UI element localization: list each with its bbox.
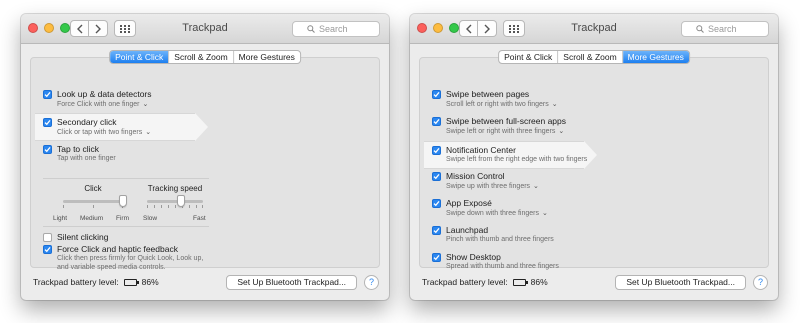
trackpad-window-point-click: Trackpad Look up & data detectors Force … [21,14,389,300]
chevron-down-icon[interactable]: ⌄ [552,101,558,108]
setting-title: Notification Center [446,145,516,155]
checkmark-icon [433,254,440,261]
slider-label: Click [84,184,102,193]
help-button[interactable]: ? [753,275,768,290]
checkmark-icon [433,200,440,207]
battery-value: 86% [530,277,548,287]
divider [43,178,209,179]
setting-subtitle: Tap with one finger [57,155,116,162]
setting-title: Swipe between full-screen apps [446,116,567,126]
setting-subtitle: Swipe up with three fingers [446,183,531,190]
setting-subtitle: Swipe left or right with three fingers [446,128,556,135]
setting-title: Show Desktop [446,252,501,262]
checkmark-icon [44,91,51,98]
checkbox[interactable] [43,145,52,154]
battery-icon [512,278,528,286]
checkmark-icon [433,227,440,234]
battery-label: Trackpad battery level: [33,277,119,287]
search-icon [307,25,315,33]
checkbox[interactable] [43,90,52,99]
setting-title: Look up & data detectors [57,89,152,99]
slider-label: Tracking speed [147,184,203,193]
checkbox[interactable] [43,118,52,127]
setting-subtitle: Pinch with thumb and three fingers [446,236,554,243]
help-button[interactable]: ? [364,275,379,290]
settings-panel: Swipe between pages Scroll left or right… [419,57,769,270]
setting-title: Force Click and haptic feedback [57,244,178,254]
chevron-down-icon[interactable]: ⌄ [142,101,148,108]
checkmark-icon [433,118,440,125]
tab-scroll-zoom[interactable]: Scroll & Zoom [557,51,621,63]
setting-subtitle: Spread with thumb and three fingers [446,263,559,270]
setup-bluetooth-trackpad-button[interactable]: Set Up Bluetooth Trackpad... [615,275,746,290]
checkmark-icon [44,246,51,253]
search-field[interactable] [292,21,380,37]
checkmark-icon [433,147,440,154]
search-field[interactable] [681,21,769,37]
divider [43,226,209,227]
battery-label: Trackpad battery level: [422,277,508,287]
checkmark-icon [433,173,440,180]
tick-label: Fast [193,215,206,222]
click-slider-track[interactable] [63,200,123,203]
setting-title: Tap to click [57,144,100,154]
tab-point-click[interactable]: Point & Click [499,51,557,63]
checkbox[interactable] [432,90,441,99]
chevron-down-icon[interactable]: ⌄ [533,183,539,190]
title-bar: Trackpad [410,14,778,44]
tab-more-gestures[interactable]: More Gestures [232,51,300,63]
battery-value: 86% [141,277,159,287]
checkbox[interactable] [432,199,441,208]
checkbox[interactable] [43,233,52,242]
checkmark-icon [44,146,51,153]
checkbox[interactable] [432,172,441,181]
setting-title: Secondary click [57,117,117,127]
checkbox[interactable] [432,117,441,126]
battery-icon [123,278,139,286]
checkbox[interactable] [432,226,441,235]
click-slider-knob[interactable] [119,195,127,207]
setting-title: Launchpad [446,225,489,235]
chevron-down-icon[interactable]: ⌄ [542,210,548,217]
setting-subtitle: Click or tap with two fingers [57,129,143,136]
battery-status: Trackpad battery level: 86% [422,277,548,287]
search-input[interactable] [708,24,754,34]
setting-title: Swipe between pages [446,89,530,99]
tick-label: Slow [143,215,158,222]
tab-point-click[interactable]: Point & Click [110,51,169,63]
checkbox[interactable] [432,253,441,262]
search-icon [696,25,704,33]
tracking-speed-slider-track[interactable] [147,200,203,203]
chevron-down-icon[interactable]: ⌄ [145,129,151,136]
setting-title: Silent clicking [57,232,109,242]
setting-title: App Exposé [446,198,492,208]
setting-subtitle: Force Click with one finger [57,101,140,108]
battery-status: Trackpad battery level: 86% [33,277,159,287]
trackpad-window-more-gestures: Trackpad Swipe between pages Scroll left… [410,14,778,300]
checkmark-icon [44,119,51,126]
checkbox[interactable] [43,245,52,254]
tick-label: Medium [80,215,104,222]
setting-subtitle: Swipe down with three fingers [446,210,539,217]
tick-label: Light [53,215,68,222]
title-bar: Trackpad [21,14,389,44]
tracking-speed-slider-knob[interactable] [176,195,185,207]
setting-title: Mission Control [446,171,505,181]
checkbox[interactable] [432,146,441,155]
tab-bar: Point & Click Scroll & Zoom More Gesture… [498,50,690,64]
settings-panel: Look up & data detectors Force Click wit… [30,57,380,271]
tab-bar: Point & Click Scroll & Zoom More Gesture… [109,50,301,64]
tick-label: Firm [116,215,129,222]
setting-subtitle-line: Click then press firmly for Quick Look, … [57,255,204,262]
tab-scroll-zoom[interactable]: Scroll & Zoom [168,51,232,63]
chevron-down-icon[interactable]: ⌄ [558,128,564,135]
setting-subtitle: Scroll left or right with two fingers [446,101,549,108]
setting-subtitle-line: and variable speed media controls. [57,264,166,271]
setting-subtitle: Swipe left from the right edge with two … [446,156,588,163]
tab-more-gestures[interactable]: More Gestures [621,51,689,63]
search-input[interactable] [319,24,365,34]
setup-bluetooth-trackpad-button[interactable]: Set Up Bluetooth Trackpad... [226,275,357,290]
checkmark-icon [433,91,440,98]
